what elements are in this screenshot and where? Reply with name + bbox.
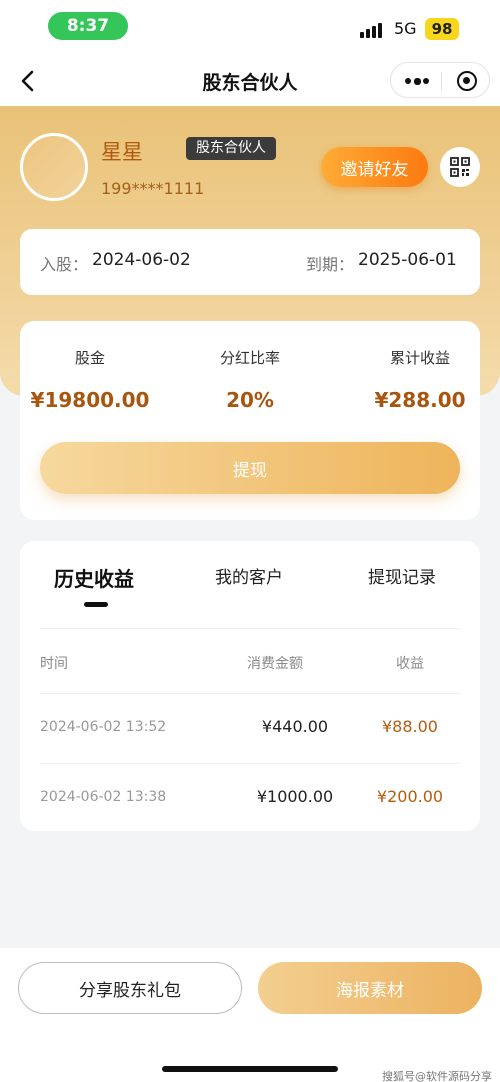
- stat-total-earnings: 累计收益 ¥288.00: [340, 347, 500, 412]
- mini-program-capsule: [390, 62, 490, 98]
- user-phone: 199****1111: [101, 179, 205, 198]
- status-time: 8:37: [48, 12, 128, 40]
- column-header-earning: 收益: [396, 656, 424, 672]
- stat-value: ¥288.00: [374, 388, 466, 412]
- row-time: 2024-06-02 13:38: [40, 789, 167, 805]
- join-date-label: 入股：: [40, 255, 89, 274]
- date-card: 入股： 2024-06-02 到期： 2025-06-01: [20, 229, 480, 295]
- home-indicator: [162, 1066, 338, 1072]
- expire-date-label: 到期：: [306, 255, 355, 274]
- stat-value: ¥19800.00: [30, 388, 150, 412]
- stat-label: 分红比率: [219, 349, 280, 367]
- join-date-value: 2024-06-02: [92, 250, 191, 270]
- tabs-divider: [40, 628, 460, 629]
- row-amount: ¥1000.00: [256, 787, 334, 806]
- close-target-icon[interactable]: [457, 71, 477, 91]
- avatar: [20, 133, 88, 201]
- stats-card: 股金 ¥19800.00 分红比率 20% 累计收益 ¥288.00 提现: [20, 321, 480, 520]
- withdraw-button[interactable]: 提现: [40, 442, 460, 494]
- tab-my-customers[interactable]: 我的客户: [215, 563, 283, 588]
- more-icon[interactable]: [405, 77, 429, 85]
- records-card: 历史收益 我的客户 提现记录 时间 消费金额 收益 2024-06-02 13:…: [20, 541, 480, 831]
- qr-code-button[interactable]: [440, 147, 480, 187]
- column-header-amount: 消费金额: [247, 656, 303, 672]
- bottom-action-bar: 分享股东礼包 海报素材 搜狐号@软件源码分享: [0, 948, 500, 1082]
- stat-label: 累计收益: [389, 349, 450, 367]
- active-tab-indicator: [84, 602, 108, 607]
- row-amount: ¥440.00: [261, 717, 329, 736]
- expire-date-value: 2025-06-01: [358, 250, 457, 270]
- tab-withdraw-records[interactable]: 提现记录: [368, 563, 436, 588]
- table-row: 2024-06-02 13:52 ¥440.00 ¥88.00: [40, 693, 460, 763]
- stat-value: 20%: [226, 388, 274, 412]
- tab-history-earnings[interactable]: 历史收益: [54, 563, 134, 592]
- row-time: 2024-06-02 13:52: [40, 719, 167, 735]
- qr-code-icon: [450, 157, 470, 177]
- table-row: 2024-06-02 13:38 ¥1000.00 ¥200.00: [40, 763, 460, 833]
- capsule-divider: [441, 72, 442, 90]
- share-gift-pack-button[interactable]: 分享股东礼包: [18, 962, 242, 1014]
- status-bar: 8:37 5G 98: [0, 0, 500, 56]
- user-name: 星星: [101, 140, 143, 164]
- stat-dividend-rate: 分红比率 20%: [170, 347, 330, 412]
- signal-icon: [360, 22, 384, 38]
- nav-bar: 股东合伙人: [0, 56, 500, 106]
- row-earning: ¥88.00: [382, 717, 438, 736]
- stat-share-capital: 股金 ¥19800.00: [10, 347, 170, 412]
- stat-label: 股金: [74, 349, 105, 367]
- poster-materials-button[interactable]: 海报素材: [258, 962, 482, 1014]
- column-header-time: 时间: [40, 656, 68, 672]
- network-label: 5G: [394, 19, 417, 38]
- role-badge: 股东合伙人: [186, 137, 276, 160]
- battery-indicator: 98: [425, 18, 459, 40]
- invite-friends-button[interactable]: 邀请好友: [321, 147, 428, 187]
- row-earning: ¥200.00: [376, 787, 444, 806]
- watermark: 搜狐号@软件源码分享: [382, 1070, 492, 1082]
